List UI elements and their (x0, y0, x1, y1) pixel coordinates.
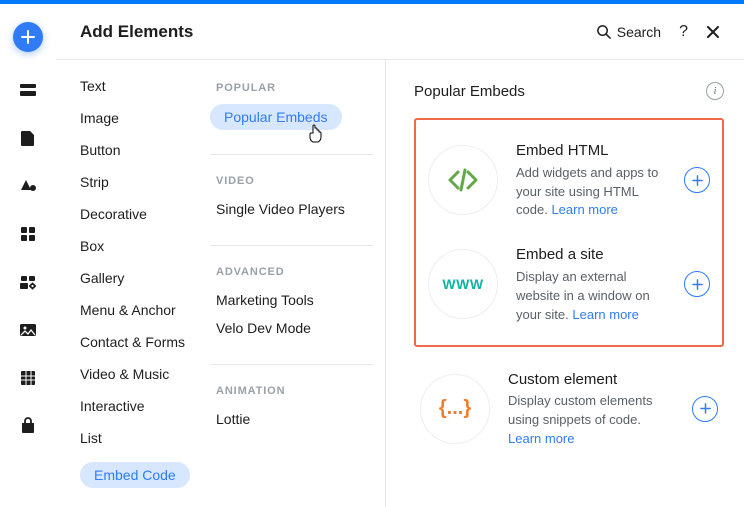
category-embed-code[interactable]: Embed Code (80, 462, 190, 488)
panel-body: Text Image Button Strip Decorative Box G… (56, 60, 744, 507)
category-video-music[interactable]: Video & Music (80, 366, 206, 382)
subcat-heading-animation: ANIMATION (210, 385, 373, 397)
subcat-heading-advanced: ADVANCED (210, 266, 373, 278)
learn-more-link[interactable]: Learn more (508, 431, 574, 446)
category-interactive[interactable]: Interactive (80, 398, 206, 414)
subcat-lottie[interactable]: Lottie (210, 407, 373, 431)
subcat-marketing-tools[interactable]: Marketing Tools (210, 288, 373, 312)
store-icon[interactable] (18, 416, 38, 436)
embed-name: Embed a site (516, 244, 666, 266)
category-image[interactable]: Image (80, 110, 206, 126)
embed-site-icon: WWW (428, 249, 498, 319)
business-icon[interactable] (18, 272, 38, 292)
embed-desc: Display custom elements using snippets o… (508, 393, 653, 427)
embed-card-html[interactable]: Embed HTML Add widgets and apps to your … (422, 128, 716, 232)
highlighted-embeds: Embed HTML Add widgets and apps to your … (414, 118, 724, 347)
sections-icon[interactable] (18, 80, 38, 100)
subcat-single-video[interactable]: Single Video Players (210, 197, 373, 221)
category-menu-anchor[interactable]: Menu & Anchor (80, 302, 206, 318)
panel-header: Add Elements Search ? (56, 4, 744, 60)
add-embed-button[interactable] (692, 396, 718, 422)
subcat-heading-popular: POPULAR (210, 82, 373, 94)
add-element-button[interactable] (13, 22, 43, 52)
add-embed-button[interactable] (684, 271, 710, 297)
divider (210, 154, 373, 155)
learn-more-link[interactable]: Learn more (551, 202, 617, 217)
divider (210, 364, 373, 365)
subcat-popular-embeds[interactable]: Popular Embeds (210, 104, 342, 130)
panel-title: Add Elements (80, 22, 596, 42)
subcat-velo-dev[interactable]: Velo Dev Mode (210, 316, 373, 340)
info-icon[interactable]: i (706, 82, 724, 100)
content-area: Popular Embeds i Embed HTML Add widgets … (386, 60, 744, 507)
close-icon (706, 25, 720, 39)
category-list-item[interactable]: List (80, 430, 206, 446)
learn-more-link[interactable]: Learn more (572, 307, 638, 322)
add-elements-panel: Add Elements Search ? Text Image Button … (56, 4, 744, 507)
help-button[interactable]: ? (679, 23, 688, 41)
subcategory-list: POPULAR Popular Embeds VIDEO Single Vide… (206, 60, 386, 507)
custom-element-icon: {...} (420, 374, 490, 444)
embed-name: Custom element (508, 369, 674, 391)
category-gallery[interactable]: Gallery (80, 270, 206, 286)
category-button[interactable]: Button (80, 142, 206, 158)
category-box[interactable]: Box (80, 238, 206, 254)
embed-html-icon (428, 145, 498, 215)
close-button[interactable] (706, 25, 720, 39)
data-icon[interactable] (18, 368, 38, 388)
media-icon[interactable] (18, 320, 38, 340)
search-label: Search (617, 24, 661, 40)
left-rail (0, 4, 56, 507)
page-icon[interactable] (18, 128, 38, 148)
category-list: Text Image Button Strip Decorative Box G… (56, 60, 206, 507)
subcat-heading-video: VIDEO (210, 175, 373, 187)
add-embed-button[interactable] (684, 167, 710, 193)
embed-card-site[interactable]: WWW Embed a site Display an external web… (422, 232, 716, 336)
theme-icon[interactable] (18, 176, 38, 196)
search-button[interactable]: Search (596, 24, 661, 40)
apps-icon[interactable] (18, 224, 38, 244)
category-strip[interactable]: Strip (80, 174, 206, 190)
plus-icon (21, 30, 35, 44)
divider (210, 245, 373, 246)
embed-name: Embed HTML (516, 140, 666, 162)
category-text[interactable]: Text (80, 78, 206, 94)
embed-card-custom[interactable]: {...} Custom element Display custom elem… (414, 357, 724, 461)
search-icon (596, 24, 611, 39)
category-decorative[interactable]: Decorative (80, 206, 206, 222)
content-title: Popular Embeds (414, 83, 706, 100)
category-contact-forms[interactable]: Contact & Forms (80, 334, 206, 350)
